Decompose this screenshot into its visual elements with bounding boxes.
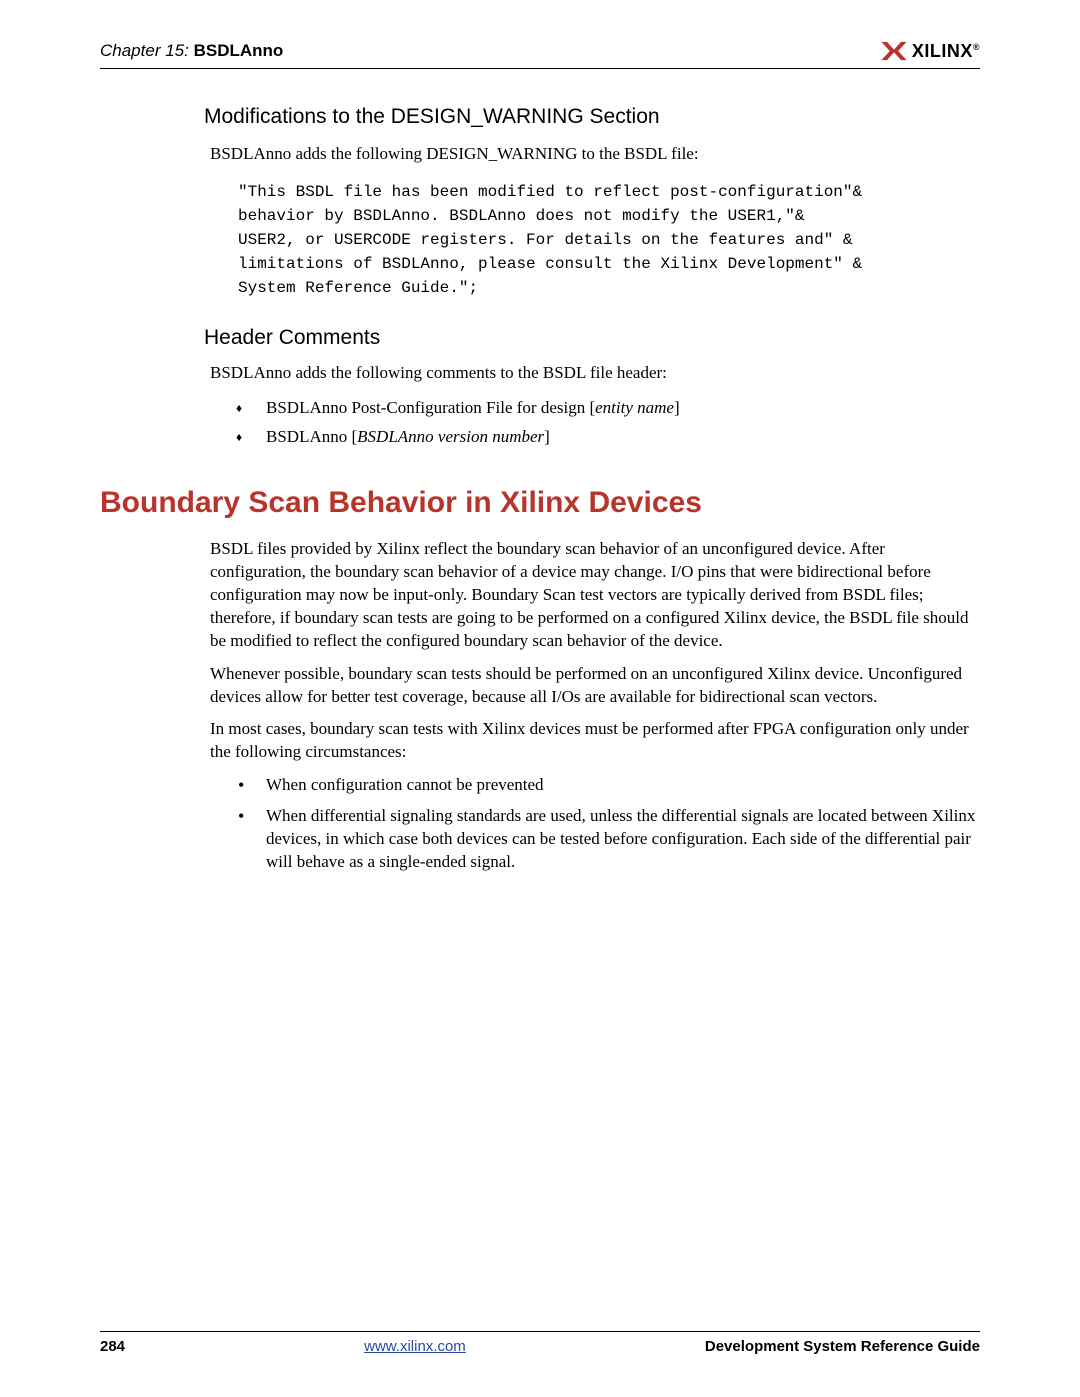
main-p2: Whenever possible, boundary scan tests s…: [210, 663, 980, 709]
page-number: 284: [100, 1338, 125, 1355]
page-footer: 284 www.xilinx.com Development System Re…: [100, 1331, 980, 1355]
page-header: Chapter 15: BSDLAnno XILINX®: [100, 40, 980, 69]
registered-mark: ®: [973, 42, 980, 52]
list-item: BSDLAnno Post-Configuration File for des…: [266, 395, 980, 421]
list-item: BSDLAnno [BSDLAnno version number]: [266, 424, 980, 450]
footer-guide-title: Development System Reference Guide: [705, 1338, 980, 1355]
list-item: When configuration cannot be prevented: [266, 774, 980, 797]
boundary-scan-heading: Boundary Scan Behavior in Xilinx Devices: [100, 486, 980, 520]
chapter-prefix: Chapter 15:: [100, 41, 189, 60]
main-p1: BSDL files provided by Xilinx reflect th…: [210, 538, 980, 653]
header-comments-intro: BSDLAnno adds the following comments to …: [210, 362, 980, 385]
design-warning-intro: BSDLAnno adds the following DESIGN_WARNI…: [210, 143, 980, 166]
chapter-name: BSDLAnno: [194, 41, 284, 60]
footer-url-link[interactable]: www.xilinx.com: [364, 1338, 466, 1355]
xilinx-logo: XILINX®: [880, 40, 980, 62]
circumstances-list: When configuration cannot be prevented W…: [210, 774, 980, 874]
content-area: Modifications to the DESIGN_WARNING Sect…: [100, 105, 980, 450]
design-warning-code: "This BSDL file has been modified to ref…: [210, 176, 980, 304]
main-p3: In most cases, boundary scan tests with …: [210, 718, 980, 764]
header-comments-heading: Header Comments: [204, 326, 980, 350]
logo-text: XILINX®: [912, 41, 980, 62]
main-content: BSDL files provided by Xilinx reflect th…: [100, 538, 980, 874]
chapter-label: Chapter 15: BSDLAnno: [100, 41, 283, 61]
xilinx-logo-icon: [880, 40, 908, 62]
header-comments-list: BSDLAnno Post-Configuration File for des…: [210, 395, 980, 450]
list-item: When differential signaling standards ar…: [266, 805, 980, 874]
design-warning-heading: Modifications to the DESIGN_WARNING Sect…: [204, 105, 980, 129]
